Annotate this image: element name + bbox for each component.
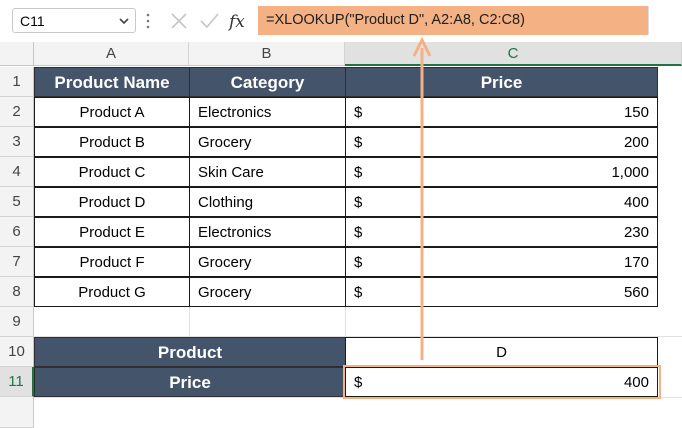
gridline bbox=[34, 397, 682, 398]
row-header-blank bbox=[0, 397, 34, 428]
price-value: 400 bbox=[623, 194, 649, 211]
row-header-8[interactable]: 8 bbox=[0, 277, 34, 307]
name-box[interactable]: C11 bbox=[12, 8, 136, 33]
price-value: 170 bbox=[623, 254, 649, 271]
cell-category[interactable]: Grocery bbox=[189, 277, 346, 307]
cell-product[interactable]: Product F bbox=[34, 247, 190, 277]
name-box-value: C11 bbox=[20, 13, 45, 29]
cancel-icon[interactable] bbox=[168, 10, 190, 32]
svg-text:fx: fx bbox=[227, 12, 245, 32]
column-header-a[interactable]: A bbox=[34, 42, 189, 66]
cell-category[interactable]: Electronics bbox=[189, 217, 346, 247]
cell-price[interactable]: $560 bbox=[345, 277, 658, 307]
cell-product[interactable]: Product D bbox=[34, 187, 190, 217]
currency-symbol: $ bbox=[354, 254, 363, 271]
cell-product[interactable]: Product G bbox=[34, 277, 190, 307]
table-header-price[interactable]: Price bbox=[345, 67, 658, 97]
cell-price[interactable]: $230 bbox=[345, 217, 658, 247]
gridline bbox=[345, 307, 346, 337]
table-header-category[interactable]: Category bbox=[189, 67, 346, 97]
cell-price[interactable]: $150 bbox=[345, 97, 658, 127]
cell-product[interactable]: Product C bbox=[34, 157, 190, 187]
enter-check-icon[interactable] bbox=[198, 10, 220, 32]
row-header-4[interactable]: 4 bbox=[0, 157, 34, 187]
row-header-3[interactable]: 3 bbox=[0, 127, 34, 157]
more-options-icon[interactable] bbox=[146, 12, 150, 30]
lookup-price-result[interactable]: $400 bbox=[345, 367, 658, 397]
row-header-1[interactable]: 1 bbox=[0, 67, 34, 97]
price-value: 1,000 bbox=[611, 164, 649, 181]
currency-symbol: $ bbox=[354, 164, 363, 181]
cell-category[interactable]: Skin Care bbox=[189, 157, 346, 187]
cell-price[interactable]: $400 bbox=[345, 187, 658, 217]
lookup-product-value[interactable]: D bbox=[345, 337, 658, 367]
currency-symbol: $ bbox=[354, 224, 363, 241]
cell-product[interactable]: Product E bbox=[34, 217, 190, 247]
currency-symbol: $ bbox=[354, 284, 363, 301]
price-value: 200 bbox=[623, 134, 649, 151]
annotation-arrow-icon bbox=[412, 36, 432, 360]
price-value: 230 bbox=[623, 224, 649, 241]
cell-category[interactable]: Grocery bbox=[189, 247, 346, 277]
table-header-product-name[interactable]: Product Name bbox=[34, 67, 190, 97]
currency-symbol: $ bbox=[354, 104, 363, 121]
chevron-down-icon[interactable] bbox=[117, 14, 131, 28]
cell-product[interactable]: Product B bbox=[34, 127, 190, 157]
formula-input[interactable]: =XLOOKUP("Product D", A2:A8, C2:C8) bbox=[258, 6, 648, 35]
price-value: 560 bbox=[623, 284, 649, 301]
cell-price[interactable]: $170 bbox=[345, 247, 658, 277]
row-header-11[interactable]: 11 bbox=[0, 367, 34, 397]
row-header-2[interactable]: 2 bbox=[0, 97, 34, 127]
lookup-price-label[interactable]: Price bbox=[34, 367, 346, 397]
lookup-product-label[interactable]: Product bbox=[34, 337, 346, 367]
column-header-c[interactable]: C bbox=[345, 42, 682, 66]
currency-symbol: $ bbox=[354, 134, 363, 151]
currency-symbol: $ bbox=[354, 374, 363, 391]
formula-text: =XLOOKUP("Product D", A2:A8, C2:C8) bbox=[266, 12, 525, 28]
currency-symbol: $ bbox=[354, 194, 363, 211]
insert-function-icon[interactable]: fx bbox=[227, 10, 251, 32]
row-header-7[interactable]: 7 bbox=[0, 247, 34, 277]
cell-price[interactable]: $1,000 bbox=[345, 157, 658, 187]
price-value: 400 bbox=[623, 374, 649, 391]
row-header-5[interactable]: 5 bbox=[0, 187, 34, 217]
cell-price[interactable]: $200 bbox=[345, 127, 658, 157]
cell-product[interactable]: Product A bbox=[34, 97, 190, 127]
price-value: 150 bbox=[623, 104, 649, 121]
cell-category[interactable]: Grocery bbox=[189, 127, 346, 157]
select-all-corner[interactable] bbox=[0, 42, 34, 66]
cell-category[interactable]: Electronics bbox=[189, 97, 346, 127]
row-header-9[interactable]: 9 bbox=[0, 307, 34, 337]
gridline bbox=[189, 307, 190, 337]
row-header-10[interactable]: 10 bbox=[0, 337, 34, 367]
formula-bar-expand[interactable] bbox=[648, 6, 682, 35]
formula-bar-area: C11 fx =XLOOKUP("Product D", A2:A8, C2:C… bbox=[0, 0, 682, 42]
cell-category[interactable]: Clothing bbox=[189, 187, 346, 217]
column-header-b[interactable]: B bbox=[189, 42, 345, 66]
row-header-6[interactable]: 6 bbox=[0, 217, 34, 247]
